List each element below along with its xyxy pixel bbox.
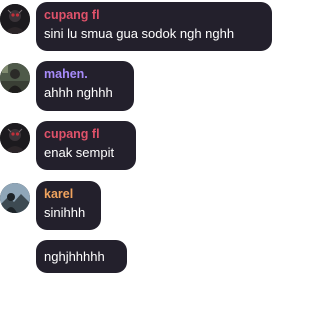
outdoor-person-avatar-icon [0,63,30,93]
sender-name[interactable]: mahen. [44,66,126,83]
message-text: sini lu smua gua sodok ngh nghh [44,26,235,41]
message-bubble[interactable]: cupang fl enak sempit [36,121,136,170]
message-text: enak sempit [44,145,115,160]
sender-name[interactable]: karel [44,186,93,203]
message-text: sinihhh [44,205,86,220]
message-text: nghjhhhhh [44,249,105,264]
dark-figure-avatar-icon [0,123,30,153]
message-bubble[interactable]: nghjhhhhh [36,240,127,273]
sender-name[interactable]: cupang fl [44,7,264,24]
landscape-avatar-icon [0,183,30,213]
message-bubble[interactable]: karel sinihhh [36,181,101,230]
user-avatar[interactable] [0,63,30,93]
dark-figure-avatar-icon [0,4,30,34]
user-avatar[interactable] [0,123,30,153]
message-bubble[interactable]: cupang fl sini lu smua gua sodok ngh ngh… [36,2,272,51]
message-text: ahhh nghhh [44,85,113,100]
user-avatar[interactable] [0,183,30,213]
sender-name[interactable]: cupang fl [44,126,128,143]
message-bubble[interactable]: mahen. ahhh nghhh [36,61,134,111]
user-avatar[interactable] [0,4,30,34]
